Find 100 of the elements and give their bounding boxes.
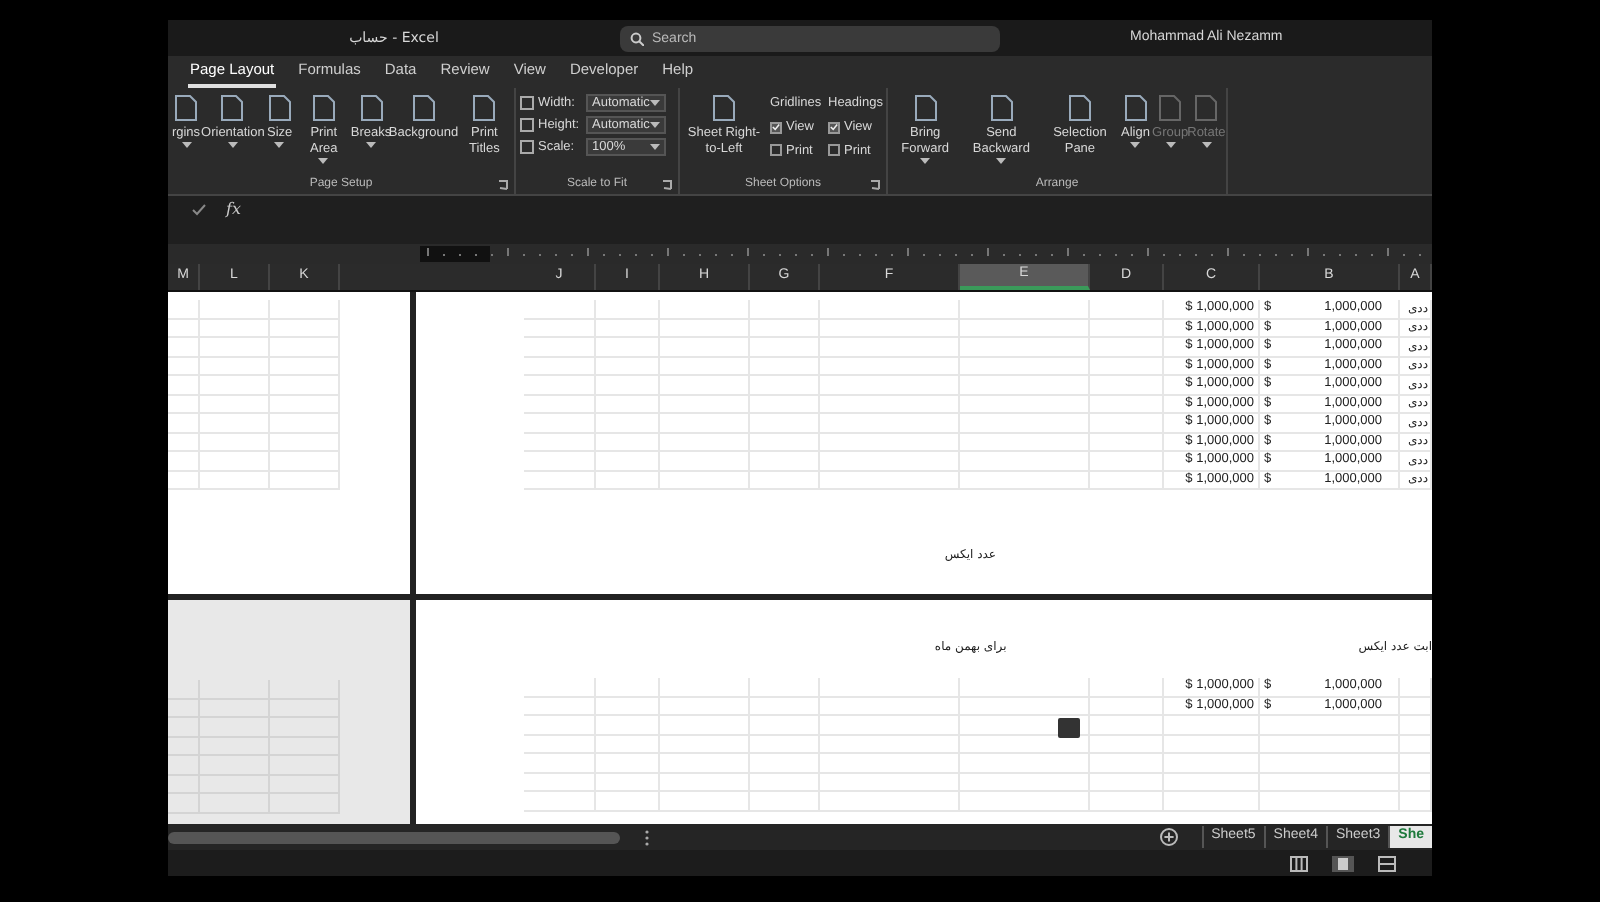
page-break-view-icon[interactable]	[1378, 855, 1396, 871]
table-cell	[660, 433, 750, 452]
table-cell	[270, 471, 340, 490]
table-cell	[270, 338, 340, 357]
table-cell	[820, 716, 960, 735]
table-cell	[596, 395, 660, 414]
table-cell	[596, 735, 660, 754]
table-cell	[200, 471, 270, 490]
table-cell	[1400, 678, 1432, 697]
page-icon	[359, 94, 384, 122]
table-cell	[1090, 300, 1164, 319]
table-cell	[820, 471, 960, 490]
table-cell	[960, 319, 1090, 338]
page-icon	[1158, 94, 1183, 122]
table-cell	[1400, 754, 1432, 773]
table-cell	[820, 792, 960, 811]
table-cell	[820, 754, 960, 773]
table-cell	[524, 414, 596, 433]
table-cell	[660, 471, 750, 490]
table-cell	[960, 792, 1090, 811]
table-cell	[168, 680, 200, 699]
table-cell	[960, 678, 1090, 697]
table-cell	[750, 300, 820, 319]
caret-icon	[650, 100, 660, 107]
table-cell	[960, 395, 1090, 414]
normal-view-icon[interactable]	[1290, 855, 1308, 871]
page-icon	[913, 94, 938, 122]
table-cell	[1260, 735, 1400, 754]
table-cell	[168, 775, 200, 794]
table-cell	[596, 338, 660, 357]
table-cell	[200, 357, 270, 376]
table-cell	[596, 376, 660, 395]
table-cell	[168, 471, 200, 490]
table-cell	[596, 678, 660, 697]
table-cell	[270, 319, 340, 338]
launcher-icon[interactable]	[870, 180, 880, 190]
table-cell	[820, 452, 960, 471]
table-cell	[270, 433, 340, 452]
page-layout-view-icon[interactable]	[1332, 855, 1354, 871]
table-cell	[524, 319, 596, 338]
check-icon[interactable]	[192, 204, 206, 216]
table-cell	[168, 452, 200, 471]
table-cell	[168, 794, 200, 813]
table-cell	[750, 376, 820, 395]
table-cell	[1090, 773, 1164, 792]
launcher-icon[interactable]	[498, 180, 508, 190]
page-icon	[311, 94, 336, 122]
page-icon	[712, 94, 736, 122]
page-icon	[174, 94, 198, 122]
table-cell	[1400, 716, 1432, 735]
horizontal-scrollbar[interactable]	[168, 831, 620, 843]
table-cell	[596, 792, 660, 811]
table-cell	[596, 773, 660, 792]
page-icon	[472, 94, 497, 122]
table-cell	[750, 357, 820, 376]
table-cell	[524, 773, 596, 792]
table-cell	[660, 338, 750, 357]
table-cell	[820, 697, 960, 716]
table-cell	[750, 716, 820, 735]
table-cell	[750, 471, 820, 490]
table-cell	[960, 471, 1090, 490]
more-icon[interactable]	[644, 829, 650, 845]
table-cell	[820, 338, 960, 357]
table-cell	[960, 433, 1090, 452]
function-label[interactable]: fx	[226, 198, 241, 222]
table-cell	[596, 433, 660, 452]
table-cell	[596, 319, 660, 338]
table-cell	[960, 357, 1090, 376]
table-cell	[168, 718, 200, 737]
table-cell	[596, 754, 660, 773]
table-cell	[750, 754, 820, 773]
table-cell	[596, 697, 660, 716]
table-cell	[960, 697, 1090, 716]
table-cell	[168, 433, 200, 452]
table-cell	[1164, 735, 1260, 754]
page-icon	[989, 94, 1014, 122]
launcher-icon[interactable]	[662, 180, 672, 190]
table-cell	[1164, 773, 1260, 792]
table-cell	[1260, 792, 1400, 811]
caret-icon	[650, 143, 660, 150]
table-cell	[1090, 376, 1164, 395]
table-cell	[524, 792, 596, 811]
table-cell	[1090, 792, 1164, 811]
table-cell	[200, 338, 270, 357]
table-cell	[270, 357, 340, 376]
table-cell	[524, 357, 596, 376]
table-cell	[524, 376, 596, 395]
table-cell	[270, 395, 340, 414]
table-cell	[820, 300, 960, 319]
table-cell	[660, 697, 750, 716]
table-cell	[168, 756, 200, 775]
table-cell	[1164, 716, 1260, 735]
add-sheet-icon[interactable]	[1159, 828, 1178, 846]
table-cell	[524, 471, 596, 490]
table-cell	[524, 716, 596, 735]
table-cell	[168, 414, 200, 433]
table-cell	[1260, 773, 1400, 792]
table-cell	[1090, 414, 1164, 433]
table-cell	[660, 735, 750, 754]
table-cell	[168, 319, 200, 338]
